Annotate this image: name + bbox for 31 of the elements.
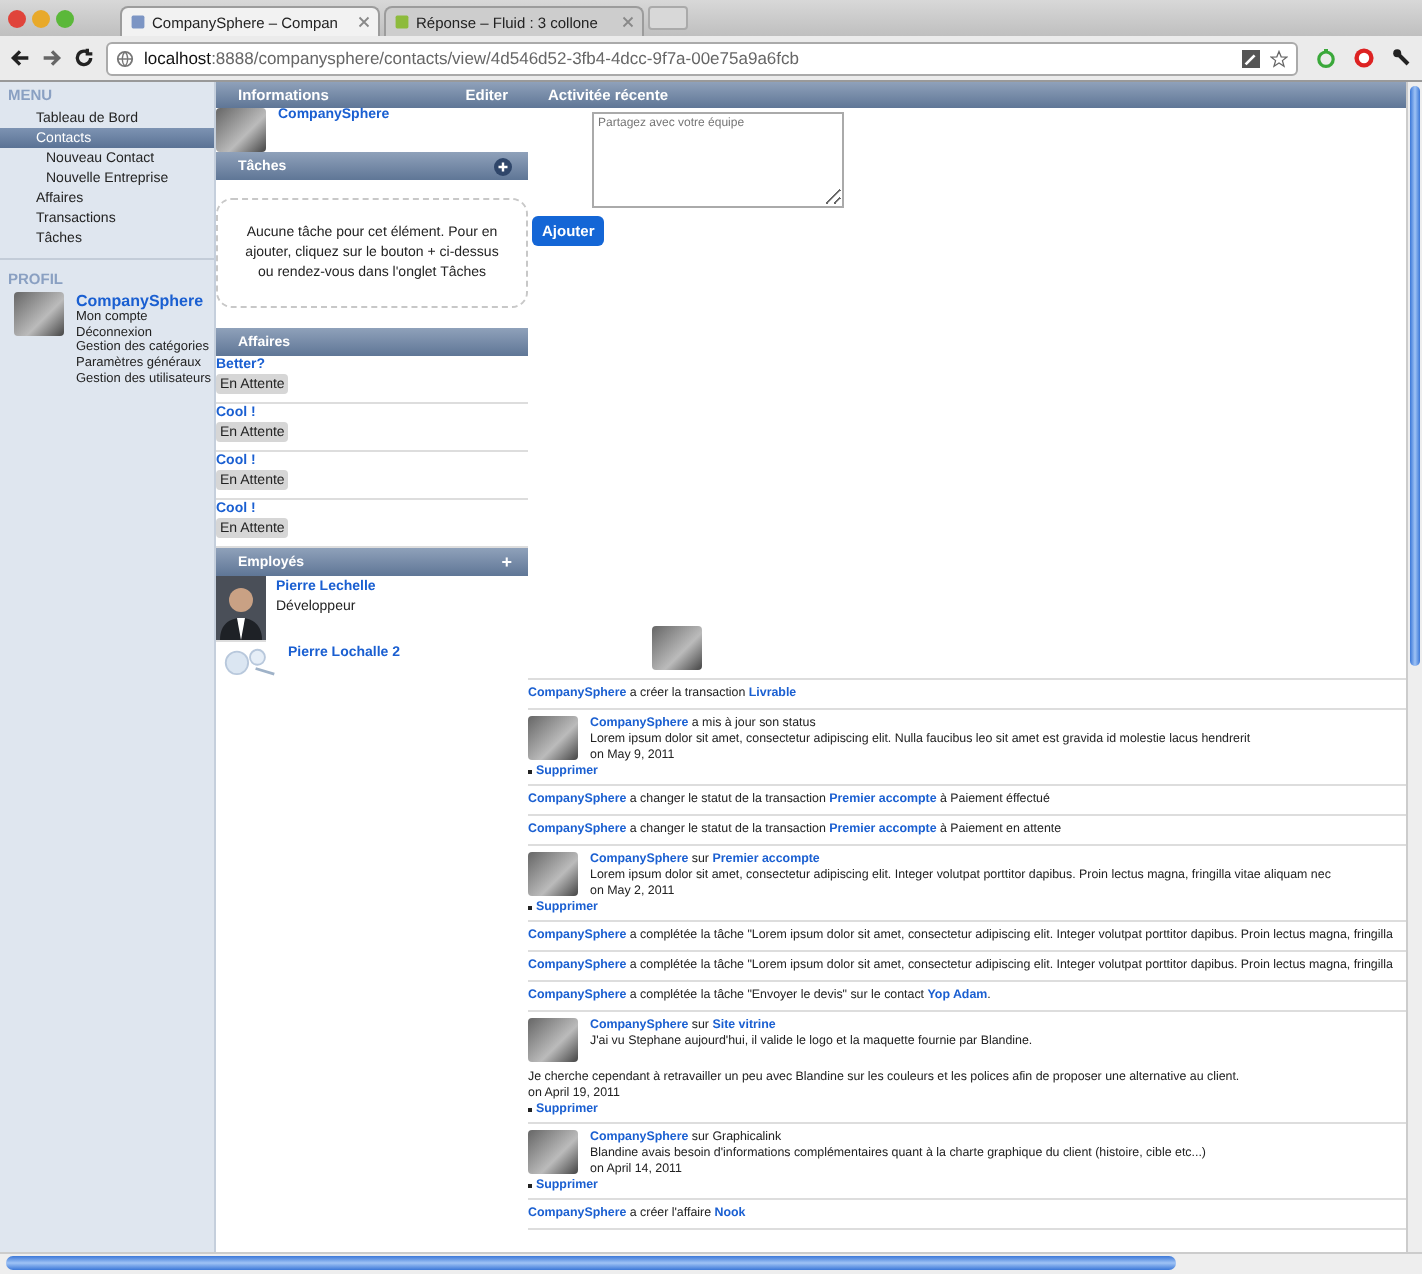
avatar-placeholder (528, 1018, 578, 1062)
avatar-placeholder (14, 292, 64, 336)
vertical-scrollbar[interactable] (1406, 82, 1422, 1252)
close-icon[interactable] (622, 16, 634, 28)
forward-icon[interactable] (42, 48, 62, 68)
page-icon (130, 14, 146, 30)
globe-icon (116, 49, 134, 67)
horizontal-scrollbar[interactable] (0, 1252, 1422, 1274)
page-icon (394, 14, 410, 30)
avatar-placeholder (652, 626, 702, 670)
add-icon[interactable] (494, 157, 512, 175)
close-window-icon[interactable] (8, 9, 26, 27)
avatar-placeholder (528, 1130, 578, 1174)
avatar-placeholder (528, 716, 578, 760)
wrench-icon[interactable] (1392, 48, 1412, 68)
star-icon[interactable] (1270, 49, 1288, 67)
address-bar[interactable]: localhost:8888/companysphere/contacts/view/4d546d52-3fb4-4dcc-9f7a-00e75a9a6fcb (106, 41, 1298, 75)
avatar-placeholder (216, 108, 266, 152)
person-silhouette (216, 576, 266, 641)
timer-icon[interactable] (1316, 48, 1336, 68)
pencil-icon[interactable] (1242, 49, 1260, 67)
profile-name-link[interactable]: CompanySphere (76, 292, 212, 310)
stop-icon[interactable] (1354, 48, 1374, 68)
avatar-placeholder (528, 852, 578, 896)
reload-icon[interactable] (74, 48, 94, 68)
scrollbar-thumb[interactable] (6, 1256, 1176, 1270)
add-link[interactable]: + (501, 552, 512, 573)
scrollbar-thumb[interactable] (1410, 86, 1420, 666)
close-icon[interactable] (358, 16, 370, 28)
back-icon[interactable] (10, 48, 30, 68)
people-icon (222, 646, 278, 677)
